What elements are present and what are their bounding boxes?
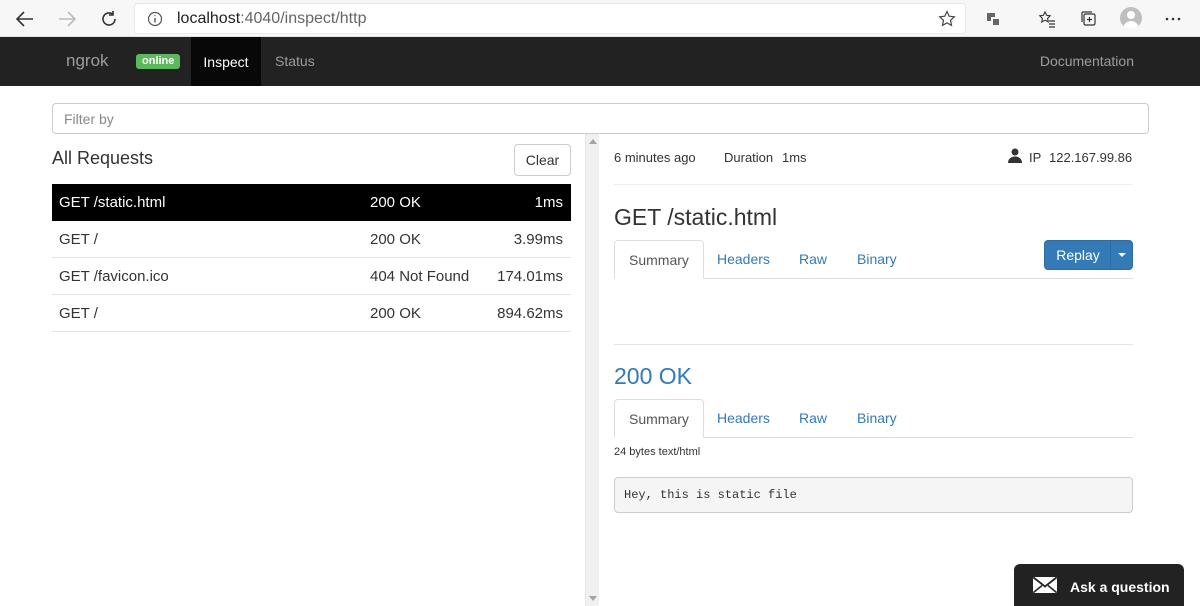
profile-avatar[interactable] — [1120, 7, 1142, 29]
forward-icon[interactable] — [54, 6, 80, 32]
nav-item-documentation[interactable]: Documentation — [1040, 53, 1134, 69]
ask-question-button[interactable]: Ask a question — [1014, 564, 1184, 606]
info-icon[interactable] — [147, 11, 163, 32]
nav-item-status[interactable]: Status — [275, 53, 315, 69]
tab-raw[interactable]: Raw — [785, 240, 841, 279]
pane-scrollbar[interactable] — [585, 134, 599, 606]
tab-summary[interactable]: Summary — [614, 399, 704, 438]
request-row[interactable]: GET /favicon.ico 404 Not Found 174.01ms — [52, 258, 571, 295]
favorite-star-icon[interactable] — [938, 10, 956, 33]
tab-raw[interactable]: Raw — [785, 399, 841, 438]
scroll-down-arrow-icon[interactable] — [589, 596, 597, 601]
mail-icon — [1032, 576, 1058, 597]
tab-headers[interactable]: Headers — [703, 399, 784, 438]
divider — [614, 184, 1133, 185]
address-bar[interactable]: localhost:4040/inspect/http — [134, 3, 966, 34]
filter-input[interactable] — [52, 103, 1149, 134]
request-row[interactable]: GET / 200 OK 894.62ms — [52, 295, 571, 332]
request-row[interactable]: GET /static.html 200 OK 1ms — [52, 184, 571, 221]
replay-dropdown-toggle[interactable] — [1110, 241, 1133, 269]
duration-value: 1ms — [782, 150, 807, 165]
request-status: 200 OK — [370, 231, 421, 248]
requests-table: GET /static.html 200 OK 1ms GET / 200 OK… — [52, 184, 571, 332]
browser-toolbar: localhost:4040/inspect/http — [0, 0, 1200, 37]
request-duration: 894.62ms — [497, 305, 563, 322]
request-detail-title: GET /static.html — [614, 204, 778, 230]
duration-label: Duration — [724, 150, 774, 165]
response-tabs: Summary Headers Raw Binary — [614, 399, 1133, 438]
ip-label: IP — [1029, 150, 1042, 165]
tab-binary[interactable]: Binary — [843, 240, 911, 279]
request-time-ago: 6 minutes ago — [614, 150, 696, 165]
collections-icon[interactable] — [1078, 8, 1100, 30]
request-duration: 1ms — [534, 194, 563, 211]
refresh-icon[interactable] — [96, 6, 122, 32]
brand-logo[interactable]: ngrok — [66, 51, 109, 71]
status-badge: online — [136, 54, 181, 69]
request-method-path: GET /static.html — [59, 194, 166, 211]
tab-summary[interactable]: Summary — [614, 240, 704, 279]
user-icon — [1008, 148, 1022, 166]
request-status: 404 Not Found — [370, 268, 470, 285]
nav-item-inspect[interactable]: Inspect — [191, 37, 261, 86]
response-size-type: 24 bytes text/html — [614, 446, 701, 458]
request-status: 200 OK — [370, 305, 421, 322]
response-body: Hey, this is static file — [614, 477, 1133, 513]
response-status-title: 200 OK — [614, 363, 692, 389]
tab-headers[interactable]: Headers — [703, 240, 784, 279]
request-status: 200 OK — [370, 194, 421, 211]
ip-value: 122.167.99.86 — [1049, 150, 1133, 165]
favorites-icon[interactable] — [1036, 8, 1058, 30]
url-text: localhost:4040/inspect/http — [177, 10, 367, 27]
replay-label: Replay — [1056, 247, 1100, 263]
more-menu-icon[interactable] — [1162, 8, 1184, 30]
caret-down-icon — [1118, 253, 1126, 257]
back-icon[interactable] — [12, 6, 38, 32]
ask-question-label: Ask a question — [1070, 579, 1170, 595]
request-method-path: GET / — [59, 231, 98, 248]
request-row[interactable]: GET / 200 OK 3.99ms — [52, 221, 571, 258]
divider — [614, 344, 1133, 345]
request-duration: 3.99ms — [513, 231, 563, 248]
request-method-path: GET /favicon.ico — [59, 268, 169, 285]
scroll-up-arrow-icon[interactable] — [589, 139, 597, 144]
extension-icon[interactable] — [982, 8, 1004, 30]
clear-button[interactable]: Clear — [514, 144, 571, 176]
request-duration: 174.01ms — [497, 268, 563, 285]
tab-binary[interactable]: Binary — [843, 399, 911, 438]
request-method-path: GET / — [59, 305, 98, 322]
app-navbar: ngrok online Inspect Status Documentatio… — [0, 37, 1200, 86]
requests-title: All Requests — [52, 148, 154, 168]
replay-button[interactable]: Replay — [1044, 240, 1133, 270]
